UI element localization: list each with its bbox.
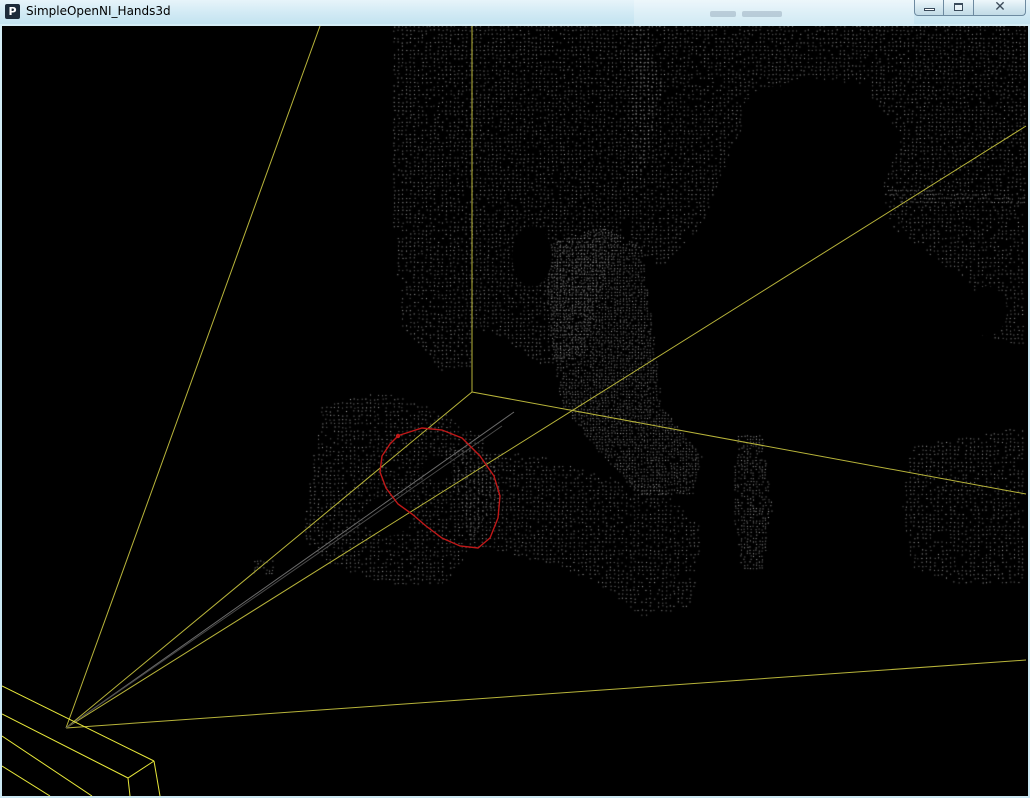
sketch-canvas-area[interactable]: [2, 26, 1028, 796]
title-bar[interactable]: P SimpleOpenNI_Hands3d ✕: [0, 0, 1030, 24]
hand-position-marker: [395, 433, 401, 439]
hand-tracking-trail: [379, 427, 501, 549]
frustum-edge-line: [65, 659, 1027, 729]
scene-overlay: [2, 26, 1027, 796]
hand-ray-line: [65, 425, 503, 729]
kinect-box-edge-line: [153, 760, 161, 796]
maximize-icon: [954, 3, 963, 11]
kinect-box-edge-line: [2, 735, 93, 796]
kinect-box-edge-line: [127, 760, 155, 779]
hand-ray-line: [65, 411, 515, 729]
minimize-button[interactable]: [914, 0, 944, 16]
kinect-box-edge-line: [2, 713, 129, 779]
app-window: P SimpleOpenNI_Hands3d ✕: [0, 0, 1030, 798]
frustum-back-edge-line: [471, 391, 1027, 495]
window-title: SimpleOpenNI_Hands3d: [26, 4, 171, 18]
kinect-box-edge-line: [2, 765, 51, 796]
kinect-box-edge-line: [127, 777, 131, 796]
close-icon: ✕: [994, 0, 1006, 15]
close-button[interactable]: ✕: [974, 0, 1026, 16]
minimize-icon: [924, 8, 935, 11]
processing-app-icon[interactable]: P: [5, 4, 20, 19]
maximize-button[interactable]: [944, 0, 974, 16]
ghost-text-block: [710, 11, 736, 17]
ghost-text-block: [742, 11, 782, 17]
background-window-ghost: [634, 0, 914, 24]
frustum-edge-line: [65, 125, 1027, 729]
